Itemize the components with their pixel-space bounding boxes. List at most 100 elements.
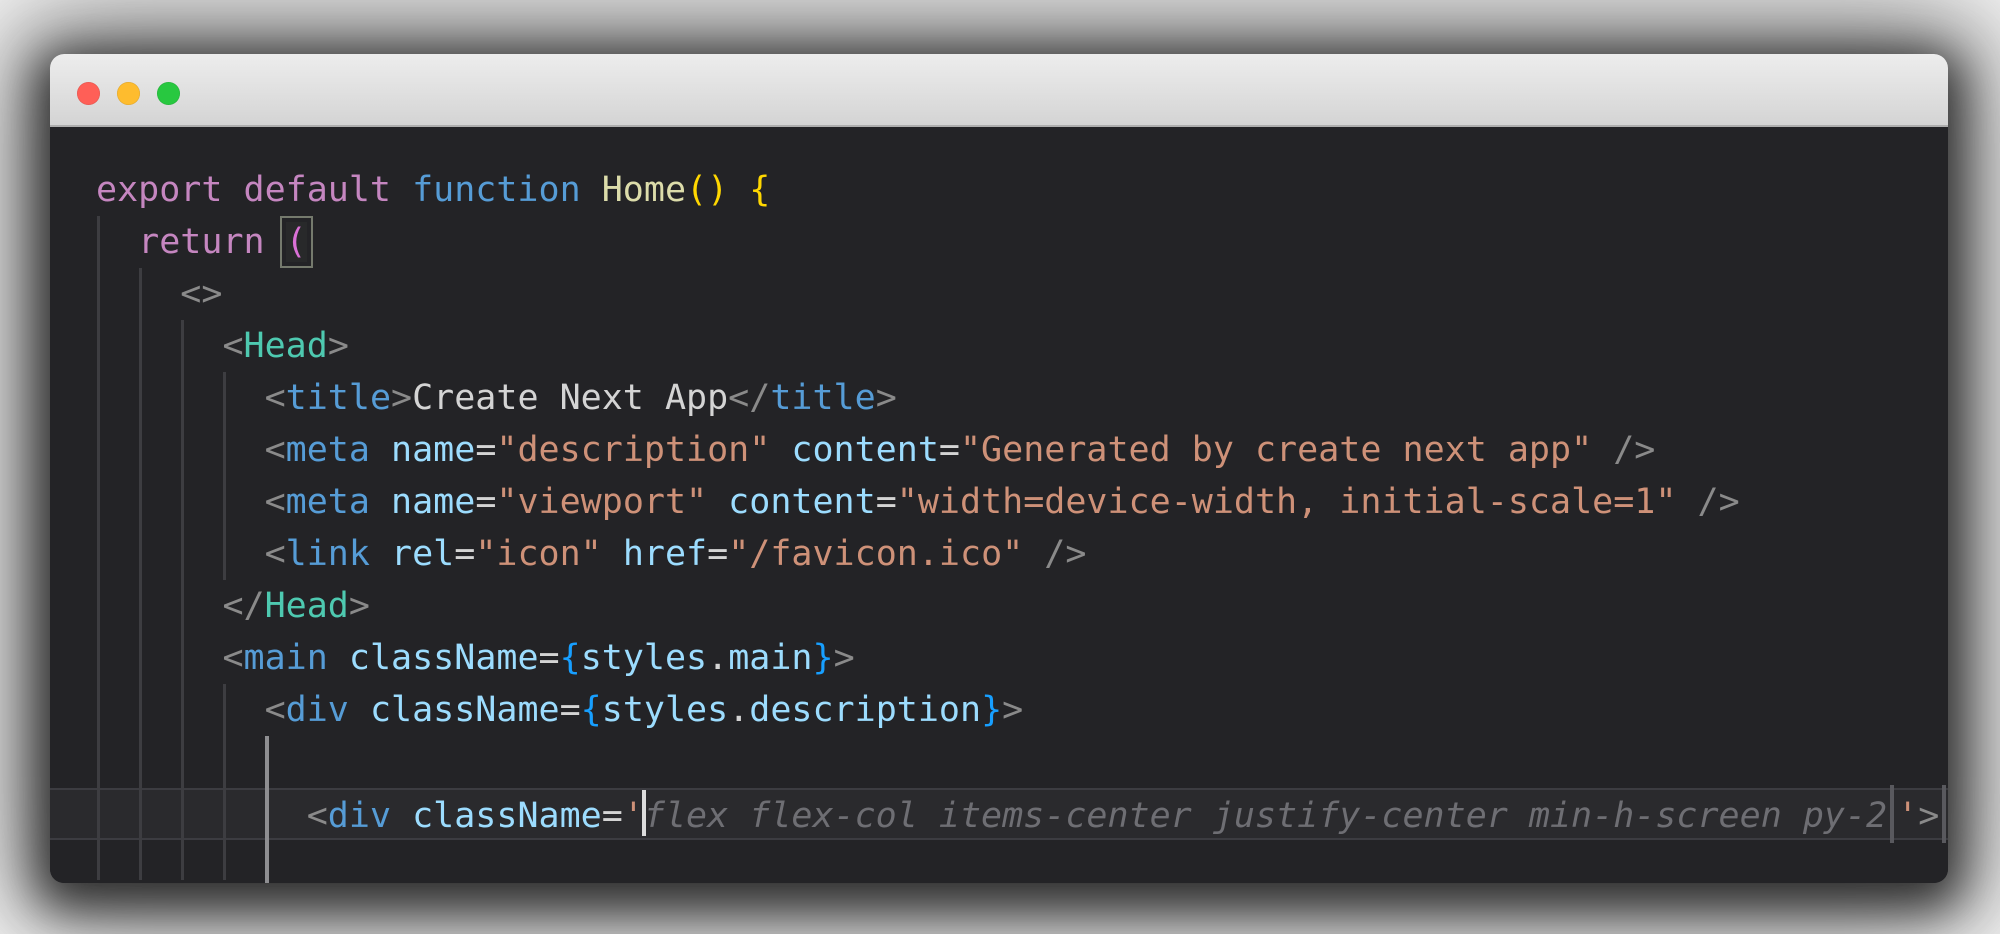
code-token: rel bbox=[370, 534, 454, 574]
code-line[interactable]: <> bbox=[96, 268, 1948, 320]
code-token: = bbox=[707, 534, 728, 574]
code-token: > bbox=[834, 638, 855, 678]
code-token: "viewport" bbox=[496, 482, 707, 522]
bracket-match-box: ( bbox=[286, 222, 307, 262]
column-marker bbox=[1942, 785, 1946, 843]
code-token: </ bbox=[222, 586, 264, 626]
code-token: . bbox=[728, 690, 749, 730]
close-button[interactable] bbox=[77, 82, 100, 105]
code-token bbox=[96, 638, 222, 678]
code-token: > bbox=[1002, 690, 1023, 730]
code-token: = bbox=[560, 690, 581, 730]
code-token: < bbox=[265, 534, 286, 574]
code-token: name bbox=[370, 482, 475, 522]
code-token: content bbox=[707, 482, 876, 522]
code-line[interactable]: <meta name="description" content="Genera… bbox=[96, 424, 1948, 476]
code-area[interactable]: export default function Home() { return … bbox=[50, 127, 1948, 883]
code-token: name bbox=[370, 430, 475, 470]
code-token: "width=device-width, initial-scale=1" bbox=[897, 482, 1677, 522]
code-token: className bbox=[328, 638, 539, 678]
code-token: "Generated by create next app" bbox=[960, 430, 1592, 470]
code-token bbox=[96, 274, 180, 314]
code-token: < bbox=[307, 796, 328, 836]
code-token bbox=[96, 430, 265, 470]
code-line[interactable]: <meta name="viewport" content="width=dev… bbox=[96, 476, 1948, 528]
code-line[interactable]: <title>Create Next App</title> bbox=[96, 372, 1948, 424]
code-token: { bbox=[581, 690, 602, 730]
code-token: ' bbox=[1897, 796, 1918, 836]
code-line[interactable]: <div className={styles.description}> bbox=[96, 684, 1948, 736]
code-token: className bbox=[391, 796, 602, 836]
code-token: link bbox=[286, 534, 370, 574]
code-token bbox=[728, 170, 749, 210]
code-token: } bbox=[813, 638, 834, 678]
code-token: "/favicon.ico" bbox=[728, 534, 1023, 574]
minimize-button[interactable] bbox=[117, 82, 140, 105]
code-token bbox=[96, 796, 307, 836]
code-token: = bbox=[475, 430, 496, 470]
code-token: </ bbox=[728, 378, 770, 418]
code-token: () bbox=[686, 170, 728, 210]
code-token: div bbox=[286, 690, 349, 730]
code-token: > bbox=[328, 326, 349, 366]
code-token: { bbox=[749, 170, 770, 210]
code-token: styles bbox=[602, 690, 728, 730]
code-token: Head bbox=[265, 586, 349, 626]
code-token: div bbox=[328, 796, 391, 836]
code-token bbox=[96, 326, 222, 366]
code-line[interactable]: <main className={styles.main}> bbox=[96, 632, 1948, 684]
code-token: > bbox=[876, 378, 897, 418]
code-token: = bbox=[539, 638, 560, 678]
code-token: className bbox=[349, 690, 560, 730]
code-token: Create Next App bbox=[412, 378, 728, 418]
code-token: = bbox=[475, 482, 496, 522]
code-token: > bbox=[391, 378, 412, 418]
code-token: "description" bbox=[496, 430, 770, 470]
code-token: title bbox=[770, 378, 875, 418]
code-line[interactable]: <link rel="icon" href="/favicon.ico" /> bbox=[96, 528, 1948, 580]
code-token: href bbox=[602, 534, 707, 574]
code-token: export default bbox=[96, 170, 412, 210]
code-token: Head bbox=[244, 326, 328, 366]
editor-window: export default function Home() { return … bbox=[50, 54, 1948, 883]
code-token: . bbox=[707, 638, 728, 678]
code-token: > bbox=[1918, 796, 1939, 836]
code-token: <> bbox=[180, 274, 222, 314]
window-controls bbox=[77, 82, 180, 105]
code-token: = bbox=[876, 482, 897, 522]
code-token: < bbox=[265, 690, 286, 730]
copilot-ghost-text: flex flex-col items-center justify-cente… bbox=[644, 796, 1887, 836]
code-token: description bbox=[749, 690, 981, 730]
code-line[interactable] bbox=[96, 736, 1948, 788]
window-title-bar[interactable] bbox=[50, 54, 1948, 127]
code-token: /> bbox=[1592, 430, 1655, 470]
code-token: < bbox=[222, 326, 243, 366]
code-token: /> bbox=[1023, 534, 1086, 574]
code-token: meta bbox=[286, 482, 370, 522]
code-token: title bbox=[286, 378, 391, 418]
zoom-button[interactable] bbox=[157, 82, 180, 105]
code-line-active[interactable]: <div className='flex flex-col items-cent… bbox=[96, 788, 1948, 840]
code-line[interactable]: export default function Home() { bbox=[96, 164, 1948, 216]
code-token bbox=[96, 378, 265, 418]
code-token: ' bbox=[623, 796, 644, 836]
code-line[interactable]: <Head> bbox=[96, 320, 1948, 372]
code-token: < bbox=[265, 482, 286, 522]
code-token: Home bbox=[602, 170, 686, 210]
code-token: meta bbox=[286, 430, 370, 470]
code-token: /> bbox=[1676, 482, 1739, 522]
code-line[interactable]: </Head> bbox=[96, 580, 1948, 632]
code-line[interactable]: return ( bbox=[96, 216, 1948, 268]
code-token: { bbox=[560, 638, 581, 678]
code-token: content bbox=[770, 430, 939, 470]
code-token bbox=[96, 690, 265, 730]
code-token: function bbox=[412, 170, 602, 210]
code-token bbox=[96, 534, 265, 574]
code-token bbox=[96, 482, 265, 522]
code-editor[interactable]: export default function Home() { return … bbox=[50, 127, 1948, 883]
code-token: main bbox=[728, 638, 812, 678]
code-token: return bbox=[138, 222, 286, 262]
code-token: = bbox=[939, 430, 960, 470]
code-token: > bbox=[349, 586, 370, 626]
code-token: main bbox=[244, 638, 328, 678]
